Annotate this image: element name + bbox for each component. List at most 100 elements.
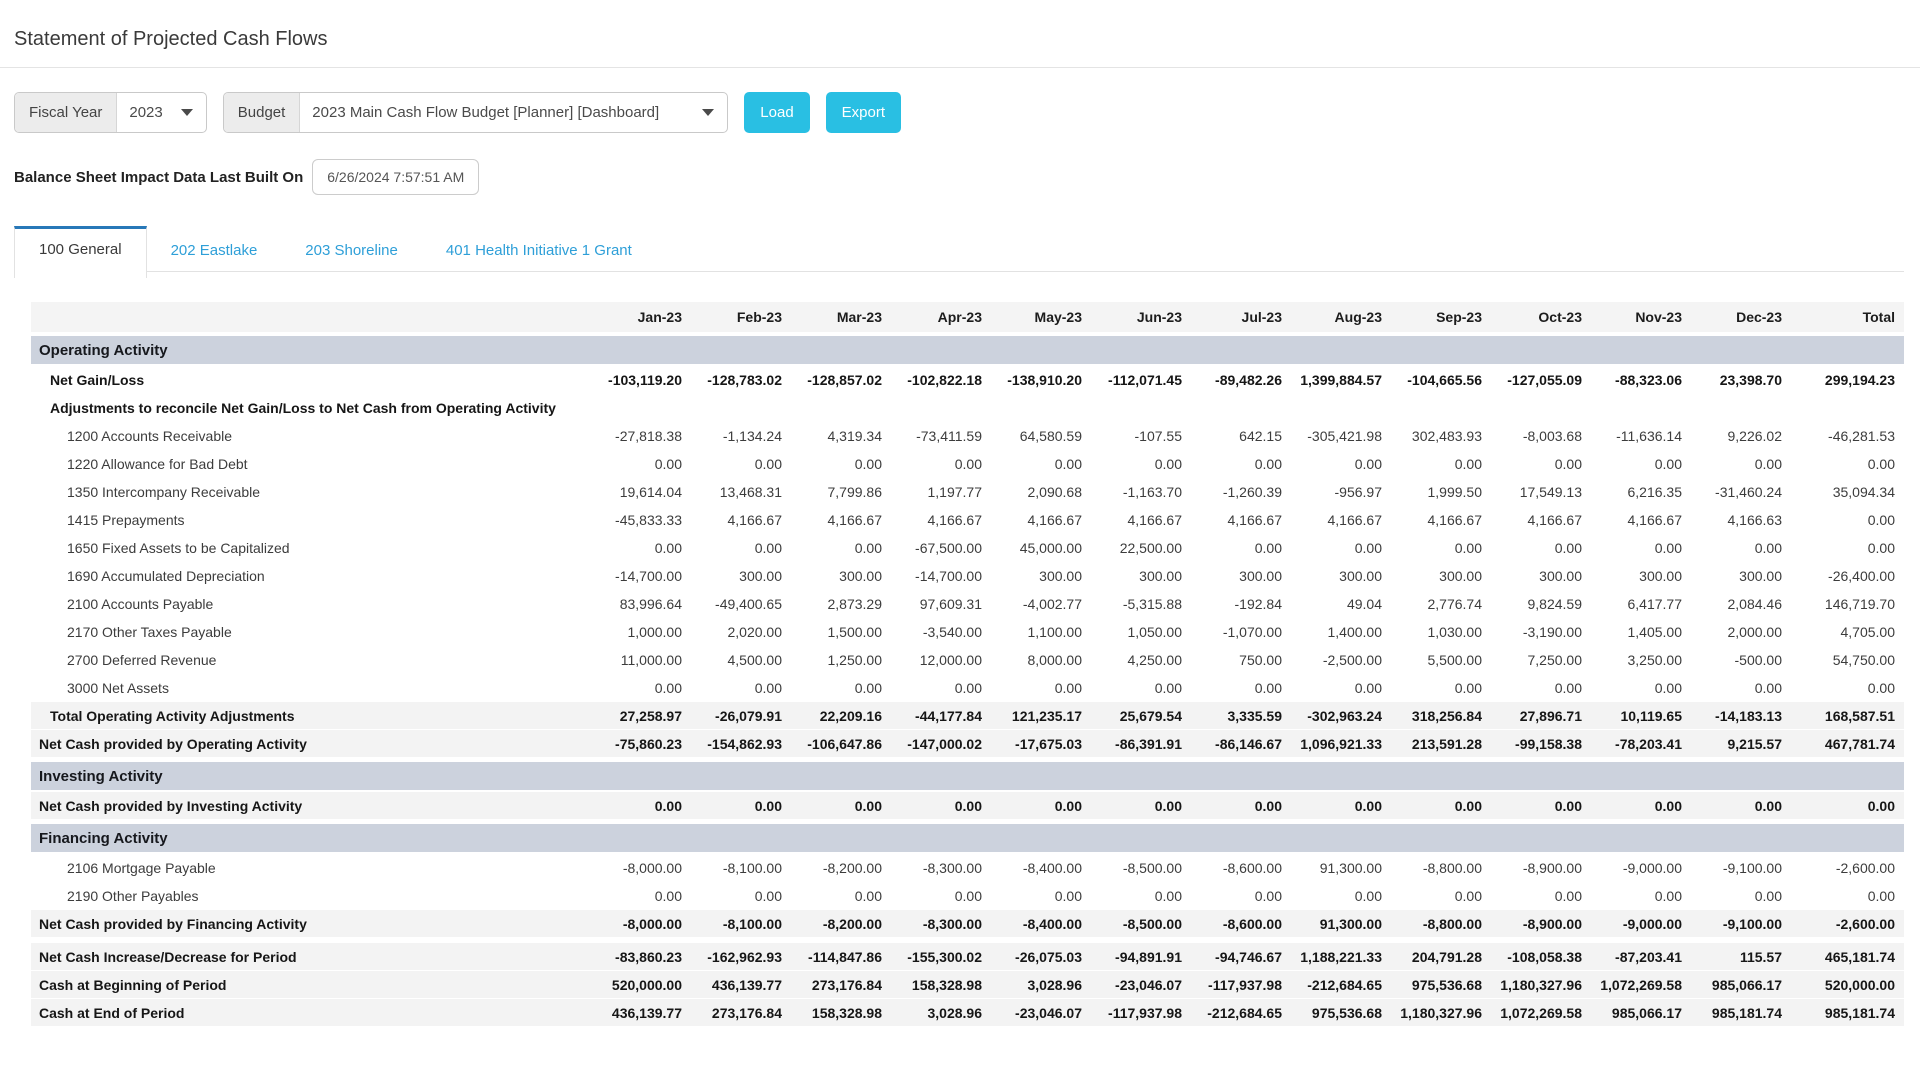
export-button[interactable]: Export (826, 92, 901, 133)
cell-value: -2,600.00 (1788, 860, 1901, 876)
cell-value: 0.00 (1488, 680, 1588, 696)
cell-value: -106,647.86 (788, 736, 888, 752)
cell-value: 0.00 (1288, 456, 1388, 472)
budget-select[interactable]: Budget 2023 Main Cash Flow Budget [Plann… (223, 92, 729, 133)
cell-value: 0.00 (1788, 512, 1901, 528)
cell-value: 3,335.59 (1188, 708, 1288, 724)
cell-value: 91,300.00 (1288, 860, 1388, 876)
cell-value: -23,046.07 (1088, 977, 1188, 993)
cell-value: 0.00 (1088, 680, 1188, 696)
table-row: Net Cash provided by Operating Activity-… (31, 730, 1904, 758)
cell-value: 3,028.96 (888, 1005, 988, 1021)
column-header: Jul-23 (1188, 309, 1288, 325)
fiscal-year-select[interactable]: Fiscal Year 2023 (14, 92, 207, 133)
cell-value: -73,411.59 (888, 428, 988, 444)
cell-value: -8,003.68 (1488, 428, 1588, 444)
cell-value: -31,460.24 (1688, 484, 1788, 500)
cell-value: -8,000.00 (588, 916, 688, 932)
cell-value: 3,250.00 (1588, 652, 1688, 668)
table-row: 2106 Mortgage Payable-8,000.00-8,100.00-… (31, 854, 1904, 882)
cell-value: 0.00 (588, 456, 688, 472)
cell-value: 7,799.86 (788, 484, 888, 500)
cell-value: -75,860.23 (588, 736, 688, 752)
last-built-input[interactable]: 6/26/2024 7:57:51 AM (312, 159, 479, 195)
cell-value: 27,258.97 (588, 708, 688, 724)
row-label: Total Operating Activity Adjustments (31, 708, 588, 724)
cell-value: 985,066.17 (1688, 977, 1788, 993)
cell-value: 13,468.31 (688, 484, 788, 500)
cell-value: -44,177.84 (888, 708, 988, 724)
cell-value: 0.00 (1088, 456, 1188, 472)
cell-value: 300.00 (1288, 568, 1388, 584)
table-row: 1690 Accumulated Depreciation-14,700.003… (31, 562, 1904, 590)
cell-value: 1,399,884.57 (1288, 372, 1388, 388)
cell-value: -99,158.38 (1488, 736, 1588, 752)
cell-value: -212,684.65 (1188, 1005, 1288, 1021)
cell-value: 0.00 (688, 540, 788, 556)
column-header: Feb-23 (688, 309, 788, 325)
cell-value: -8,200.00 (788, 860, 888, 876)
cell-value: -114,847.86 (788, 949, 888, 965)
cell-value: 0.00 (1788, 540, 1901, 556)
cell-value: 2,084.46 (1688, 596, 1788, 612)
column-header: Total (1788, 309, 1901, 325)
row-label: 1350 Intercompany Receivable (31, 484, 588, 500)
budget-label: Budget (224, 93, 301, 132)
cell-value: 750.00 (1188, 652, 1288, 668)
cell-value: -26,400.00 (1788, 568, 1901, 584)
cell-value: 2,020.00 (688, 624, 788, 640)
cell-value: 985,181.74 (1688, 1005, 1788, 1021)
cell-value: -102,822.18 (888, 372, 988, 388)
cell-value: 975,536.68 (1388, 977, 1488, 993)
cell-value: 642.15 (1188, 428, 1288, 444)
cell-value: 0.00 (588, 540, 688, 556)
cell-value: 115.57 (1688, 949, 1788, 965)
tab-202-eastlake[interactable]: 202 Eastlake (147, 231, 282, 271)
cell-value: 9,215.57 (1688, 736, 1788, 752)
cell-value: -8,200.00 (788, 916, 888, 932)
tab-401-health-initiative-1-grant[interactable]: 401 Health Initiative 1 Grant (422, 231, 656, 271)
row-label: Net Cash provided by Investing Activity (31, 798, 588, 814)
cell-value: 0.00 (688, 888, 788, 904)
cell-value: 0.00 (1588, 540, 1688, 556)
tab-100-general[interactable]: 100 General (14, 226, 147, 278)
row-label: 2170 Other Taxes Payable (31, 624, 588, 640)
column-header: Dec-23 (1688, 309, 1788, 325)
cell-value: 0.00 (988, 680, 1088, 696)
cell-value: 146,719.70 (1788, 596, 1901, 612)
table-row: 2170 Other Taxes Payable1,000.002,020.00… (31, 618, 1904, 646)
cell-value: 83,996.64 (588, 596, 688, 612)
cell-value: -9,000.00 (1588, 916, 1688, 932)
section-label: Investing Activity (31, 768, 1904, 785)
cell-value: -9,100.00 (1688, 860, 1788, 876)
cell-value: -88,323.06 (1588, 372, 1688, 388)
load-button[interactable]: Load (744, 92, 809, 133)
row-label: 2100 Accounts Payable (31, 596, 588, 612)
cell-value: 64,580.59 (988, 428, 1088, 444)
cell-value: -83,860.23 (588, 949, 688, 965)
cell-value: 0.00 (1688, 798, 1788, 814)
cell-value: 6,216.35 (1588, 484, 1688, 500)
cell-value: 158,328.98 (788, 1005, 888, 1021)
cell-value: -89,482.26 (1188, 372, 1288, 388)
tab-203-shoreline[interactable]: 203 Shoreline (281, 231, 422, 271)
cell-value: 0.00 (1288, 888, 1388, 904)
cell-value: 4,166.67 (688, 512, 788, 528)
cell-value: 1,999.50 (1388, 484, 1488, 500)
cell-value: 0.00 (988, 456, 1088, 472)
cell-value: -128,857.02 (788, 372, 888, 388)
cell-value: 23,398.70 (1688, 372, 1788, 388)
cell-value: 0.00 (1288, 540, 1388, 556)
cell-value: -49,400.65 (688, 596, 788, 612)
fiscal-year-value: 2023 (117, 104, 174, 121)
cell-value: 1,180,327.96 (1388, 1005, 1488, 1021)
column-header: Aug-23 (1288, 309, 1388, 325)
cell-value: 0.00 (688, 680, 788, 696)
cell-value: 0.00 (1288, 680, 1388, 696)
cell-value: 4,166.67 (1588, 512, 1688, 528)
cell-value: 1,072,269.58 (1488, 1005, 1588, 1021)
cell-value: 1,197.77 (888, 484, 988, 500)
cell-value: 985,181.74 (1788, 1005, 1901, 1021)
cell-value: -2,500.00 (1288, 652, 1388, 668)
cell-value: -108,058.38 (1488, 949, 1588, 965)
